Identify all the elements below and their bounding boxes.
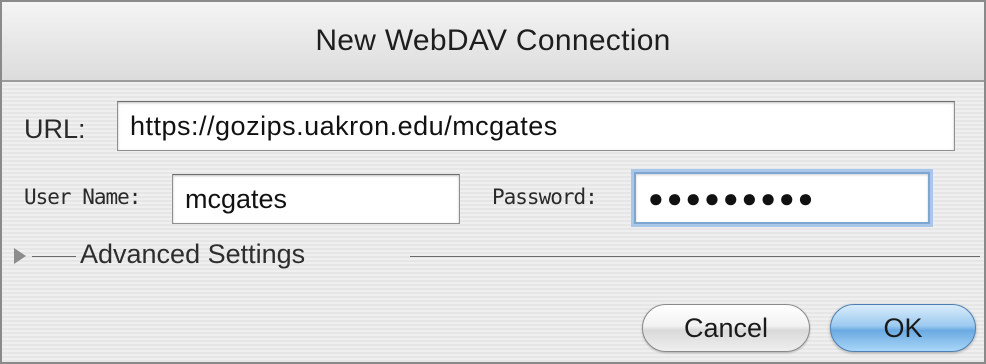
advanced-settings-divider-right	[410, 256, 980, 257]
username-input-value: mcgates	[185, 183, 288, 214]
title-bar[interactable]: New WebDAV Connection	[2, 2, 984, 82]
password-input-value: ●●●●●●●●●	[648, 182, 817, 213]
password-input[interactable]: ●●●●●●●●●	[634, 172, 930, 224]
advanced-settings-row: Advanced Settings	[8, 237, 980, 273]
url-label: URL:	[24, 114, 86, 144]
advanced-settings-label[interactable]: Advanced Settings	[80, 239, 305, 270]
password-label: Password:	[492, 185, 598, 209]
username-input[interactable]: mcgates	[172, 174, 460, 224]
username-label: User Name:	[24, 185, 141, 209]
ok-button[interactable]: OK	[830, 304, 976, 352]
url-input-value: https://gozips.uakron.edu/mcgates	[130, 110, 558, 141]
dialog-title: New WebDAV Connection	[315, 24, 671, 57]
url-input[interactable]: https://gozips.uakron.edu/mcgates	[117, 101, 955, 151]
disclosure-triangle-icon[interactable]	[14, 248, 26, 264]
cancel-button[interactable]: Cancel	[642, 304, 810, 352]
new-webdav-connection-dialog: New WebDAV Connection URL: https://gozip…	[0, 0, 986, 364]
advanced-settings-divider-left	[32, 256, 76, 257]
